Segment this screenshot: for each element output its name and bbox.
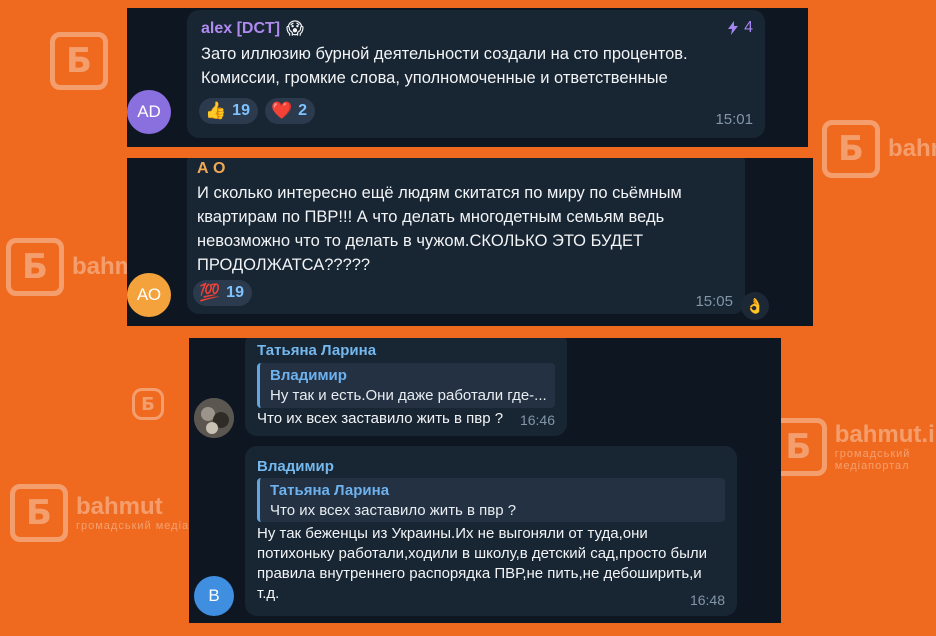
reaction-count: 19 — [226, 284, 244, 301]
watermark-logo: Б — [132, 388, 164, 420]
message-time: 15:01 — [715, 111, 753, 128]
lightning-icon — [728, 21, 739, 35]
reaction-count: 19 — [232, 102, 250, 119]
watermark-site: bahmut — [888, 135, 936, 162]
ok-hand-icon[interactable]: 👌 — [741, 292, 769, 320]
message-text: Что их всех заставило жить в пвр ? — [257, 410, 504, 427]
message-time: 16:48 — [689, 592, 725, 608]
message-time: 15:05 — [695, 293, 733, 310]
message-bubble[interactable]: Владимир Татьяна Ларина Что их всех заст… — [245, 446, 737, 616]
heart-icon: ❤️ — [271, 101, 293, 121]
hundred-points-icon: 💯 — [199, 283, 221, 303]
watermark-subtitle: громадський медіапортал — [834, 448, 911, 472]
message-bubble[interactable]: А О И сколько интересно ещё людям скитат… — [187, 158, 745, 314]
reply-quote[interactable]: Владимир Ну так и есть.Они даже работали… — [257, 363, 555, 408]
sender-status-emoji: 😱 — [286, 19, 304, 39]
bahmut-logo-icon: Б — [132, 388, 164, 420]
reaction-count: 2 — [298, 102, 308, 119]
chat-screenshot-2: А О И сколько интересно ещё людям скитат… — [127, 158, 813, 326]
reply-text: Ну так и есть.Они даже работали где-... — [270, 387, 547, 404]
watermark-site: bahmut.in.ua — [834, 421, 936, 448]
sender-name[interactable]: Владимир — [257, 458, 334, 475]
message-text: Ну так беженцы из Украины.Их не выгоняли… — [257, 525, 707, 602]
sender-name[interactable]: alex [DCT] — [201, 20, 280, 38]
reply-sender-name: Владимир — [270, 367, 347, 384]
reply-text: Что их всех заставило жить в пвр ? — [270, 502, 517, 519]
bahmut-logo-icon: Б — [50, 32, 108, 90]
message-bubble[interactable]: alex [DCT] 😱 4 Зато иллюзию бурной деяте… — [187, 10, 765, 138]
avatar[interactable]: AD — [127, 90, 171, 134]
reaction-thumbs-up[interactable]: 👍 19 — [199, 98, 258, 124]
reaction-heart[interactable]: ❤️ 2 — [265, 98, 316, 124]
bahmut-logo-icon: Б — [822, 120, 880, 178]
reaction-hundred[interactable]: 💯 19 — [193, 280, 252, 306]
watermark-logo: Б bahmut.in.uaгромадський медіапортал — [770, 418, 936, 476]
sender-name[interactable]: Татьяна Ларина — [257, 342, 376, 359]
bahmut-logo-icon: Б — [10, 484, 68, 542]
reply-quote[interactable]: Татьяна Ларина Что их всех заставило жит… — [257, 478, 725, 522]
watermark-logo: Б — [50, 32, 108, 90]
bahmut-logo-icon: Б — [6, 238, 64, 296]
chat-screenshot-1: alex [DCT] 😱 4 Зато иллюзию бурной деяте… — [127, 8, 808, 147]
avatar-photo-icon — [194, 398, 234, 438]
avatar-photo[interactable] — [194, 398, 234, 438]
message-text: И сколько интересно ещё людям скитатся п… — [197, 184, 682, 274]
chat-screenshot-3: Татьяна Ларина Владимир Ну так и есть.Он… — [189, 338, 781, 623]
avatar[interactable]: АО — [127, 273, 171, 317]
sender-name[interactable]: А О — [197, 160, 225, 178]
avatar[interactable]: В — [194, 576, 234, 616]
message-bubble[interactable]: Татьяна Ларина Владимир Ну так и есть.Он… — [245, 338, 567, 436]
reply-sender-name: Татьяна Ларина — [270, 482, 390, 499]
watermark-logo: Б bahmut — [822, 120, 936, 178]
thumbs-up-icon: 👍 — [205, 101, 227, 121]
message-text: Зато иллюзию бурной деятельности создали… — [201, 45, 688, 87]
boost-count: 4 — [744, 19, 753, 36]
message-time: 16:46 — [519, 412, 555, 428]
